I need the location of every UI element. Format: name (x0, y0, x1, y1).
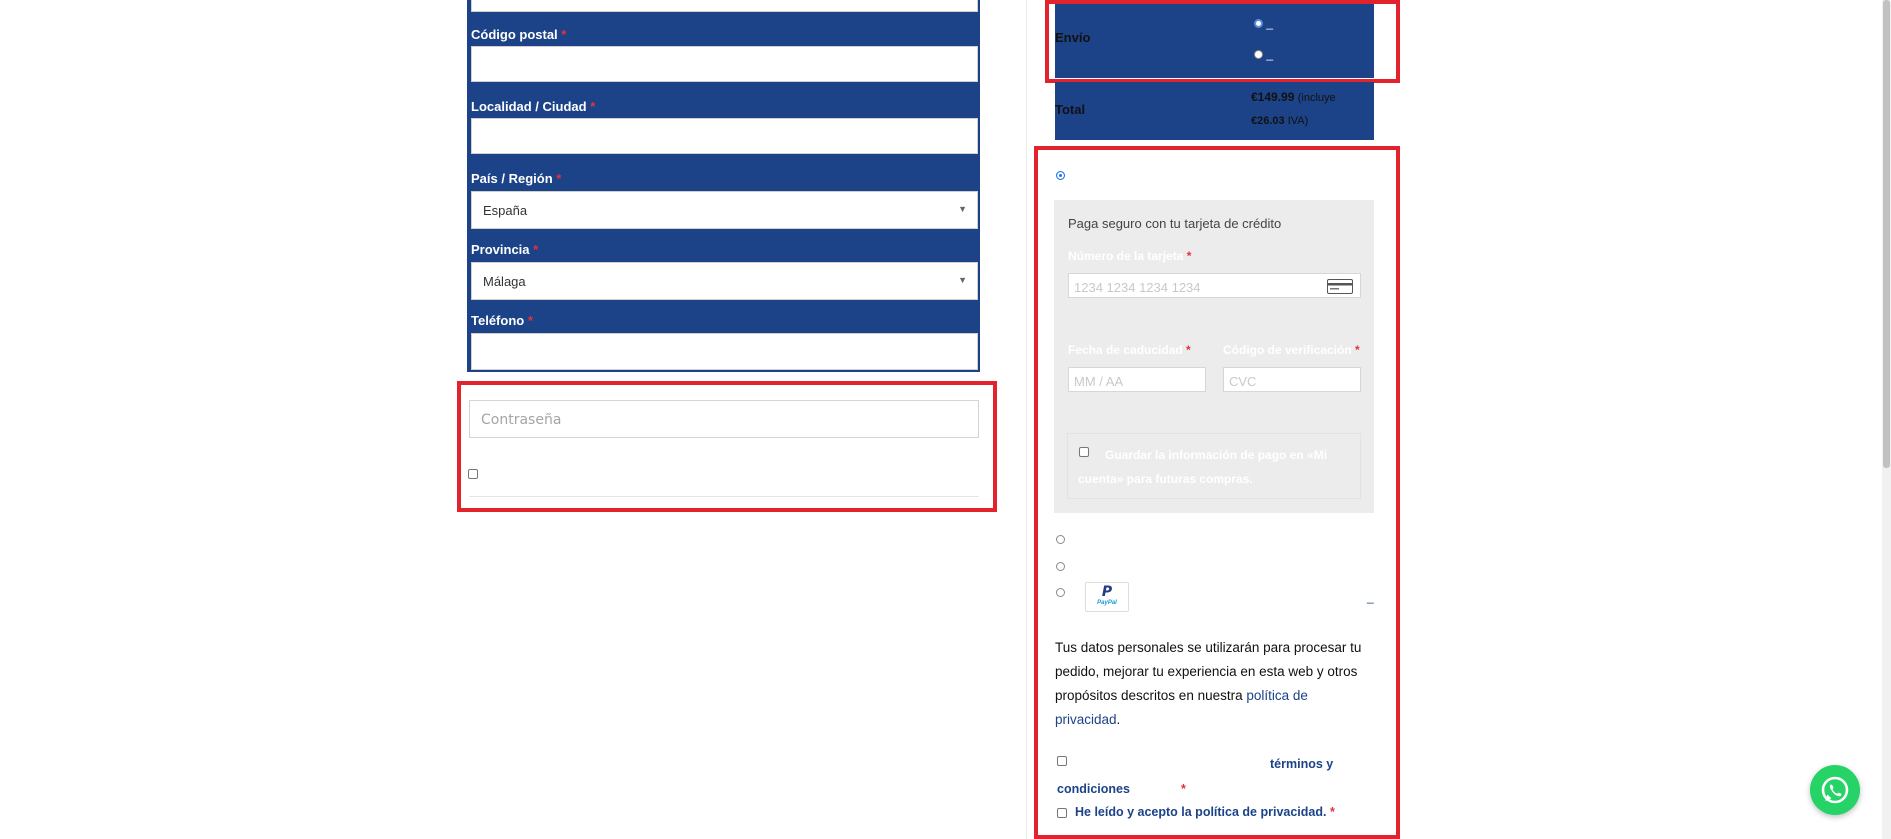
province-label: Provincia * (471, 242, 539, 257)
terms-link[interactable]: términos y condiciones (1057, 757, 1333, 796)
payment-radio-3[interactable] (1056, 562, 1065, 571)
city-input[interactable] (471, 118, 978, 154)
payment-radio-paypal[interactable] (1056, 588, 1065, 597)
privacy-accept-label: He leído y acepto la política de privaci… (1075, 805, 1335, 819)
card-number-placeholder: 1234 1234 1234 1234 (1074, 280, 1201, 295)
province-select[interactable]: Málaga ▼ (471, 262, 978, 300)
password-placeholder: Contraseña (481, 412, 562, 428)
total-amount: €149.99 (incluye (1251, 90, 1336, 104)
dropdown-arrow-icon: ▼ (958, 204, 967, 214)
payment-radio-2[interactable] (1056, 535, 1065, 544)
cvc-label: Código de verificación * (1223, 343, 1360, 357)
card-number-label: Número de la tarjeta * (1068, 249, 1192, 263)
total-label: Total (1055, 102, 1086, 117)
create-account-checkbox[interactable] (468, 469, 478, 479)
paypal-icon: P PayPal (1085, 582, 1129, 612)
save-payment-label: Guardar la información de pago en «Mi cu… (1078, 448, 1328, 486)
highlight-shipping-box (1045, 0, 1400, 83)
privacy-notice: Tus datos personales se utilizarán para … (1055, 640, 1362, 727)
cvc-input[interactable]: CVC (1223, 367, 1361, 392)
cvc-placeholder: CVC (1229, 374, 1257, 389)
divider (469, 496, 979, 497)
country-select[interactable]: España ▼ (471, 191, 978, 229)
payment-radio-card[interactable] (1056, 171, 1065, 180)
dropdown-arrow-icon: ▼ (958, 275, 967, 285)
terms-label: términos y condiciones * (1057, 757, 1334, 796)
scrollbar-thumb[interactable] (1883, 0, 1890, 468)
postal-code-label: Código postal * (471, 27, 567, 42)
country-value: España (483, 203, 528, 218)
postal-code-input[interactable] (471, 46, 978, 82)
paypal-info-link[interactable]: _ (1367, 590, 1374, 604)
expiry-input[interactable]: MM / AA (1068, 367, 1206, 392)
expiry-label: Fecha de caducidad * (1068, 343, 1191, 357)
country-label: País / Región * (471, 171, 562, 186)
credit-card-icon (1327, 279, 1353, 297)
previous-field-input[interactable] (471, 0, 978, 12)
phone-input[interactable] (471, 333, 978, 370)
privacy-accept-checkbox[interactable] (1057, 808, 1067, 818)
password-input[interactable]: Contraseña (469, 400, 979, 438)
tax-amount: €26.03 IVA) (1251, 115, 1309, 127)
province-value: Málaga (483, 274, 526, 289)
billing-form: Código postal * Localidad / Ciudad * Paí… (467, 0, 980, 372)
whatsapp-icon (1821, 776, 1849, 804)
total-row: Total €149.99 (incluye €26.03 IVA) (1055, 82, 1374, 140)
card-description: Paga seguro con tu tarjeta de crédito (1068, 216, 1282, 231)
expiry-placeholder: MM / AA (1074, 374, 1124, 389)
required-dot (669, 381, 672, 384)
card-number-input[interactable]: 1234 1234 1234 1234 (1068, 273, 1361, 298)
whatsapp-button[interactable] (1810, 765, 1860, 815)
phone-label: Teléfono * (471, 313, 533, 328)
city-label: Localidad / Ciudad * (471, 99, 596, 114)
